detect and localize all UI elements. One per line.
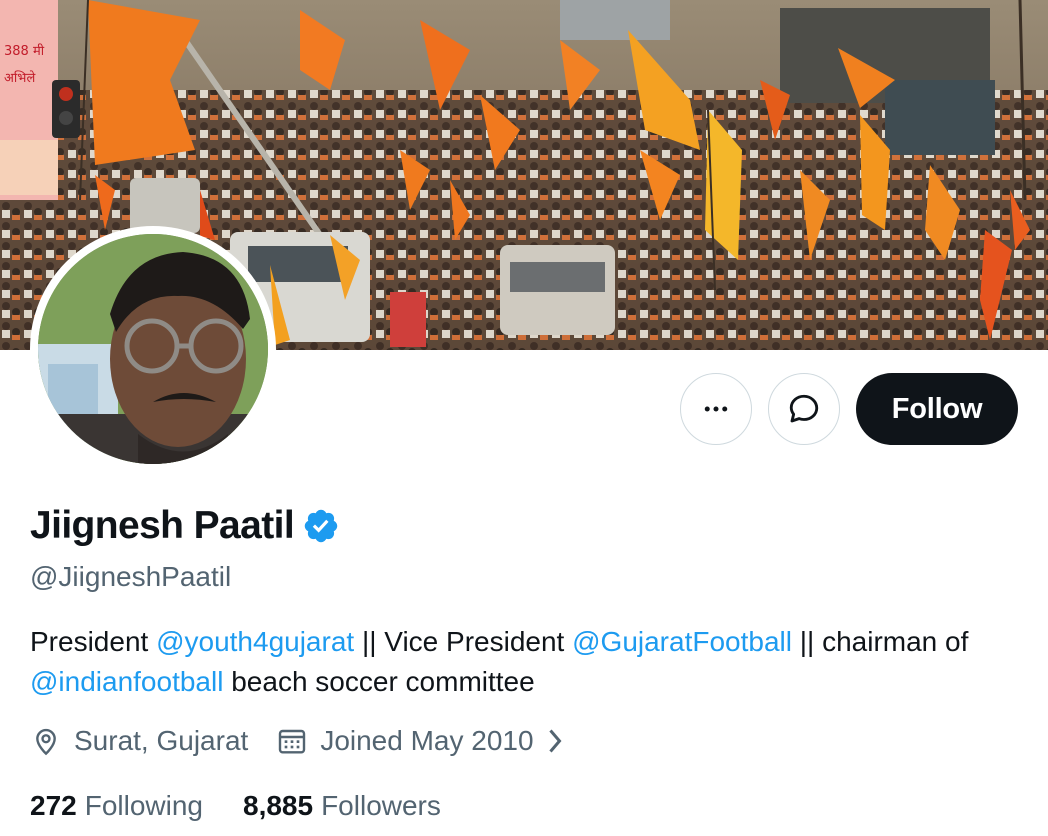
followers-link[interactable]: 8,885 Followers bbox=[243, 790, 441, 822]
avatar-image bbox=[38, 234, 268, 464]
message-button[interactable] bbox=[768, 373, 840, 445]
more-options-button[interactable] bbox=[680, 373, 752, 445]
name-row: Jiignesh Paatil bbox=[30, 504, 340, 548]
follow-button[interactable]: Follow bbox=[856, 373, 1018, 445]
bio-text: beach soccer committee bbox=[223, 666, 535, 697]
following-link[interactable]: 272 Following bbox=[30, 790, 203, 822]
bio-mention-youth4gujarat[interactable]: @youth4gujarat bbox=[156, 626, 354, 657]
user-handle: @JiigneshPaatil bbox=[30, 561, 232, 592]
more-options-icon bbox=[704, 406, 728, 412]
calendar-icon bbox=[279, 729, 306, 754]
profile-bio: President @youth4gujarat || Vice Preside… bbox=[30, 622, 1020, 702]
following-label: Following bbox=[84, 790, 203, 821]
followers-label: Followers bbox=[321, 790, 441, 821]
location-text: Surat, Gujarat bbox=[74, 725, 249, 756]
billboard-text-1: 388 मी bbox=[4, 43, 45, 59]
bio-mention-indianfootball[interactable]: @indianfootball bbox=[30, 666, 223, 697]
verified-badge-icon[interactable] bbox=[302, 507, 340, 545]
join-date-text: Joined May 2010 bbox=[320, 725, 534, 756]
bio-text: || chairman of bbox=[791, 626, 969, 657]
billboard-text-2: अभिले bbox=[4, 70, 35, 86]
follow-stats: 272 Following 8,885 Followers bbox=[30, 790, 441, 822]
following-count: 272 bbox=[30, 790, 77, 821]
bio-text: || Vice President bbox=[354, 626, 573, 657]
bio-text: President bbox=[30, 626, 157, 657]
followers-count: 8,885 bbox=[243, 790, 314, 821]
chevron-right-icon bbox=[548, 729, 562, 753]
profile-avatar[interactable] bbox=[30, 226, 276, 472]
message-icon bbox=[789, 394, 819, 423]
bio-mention-gujaratfootball[interactable]: @GujaratFootball bbox=[572, 626, 792, 657]
join-date[interactable]: Joined May 2010 bbox=[276, 725, 577, 757]
location: Surat, Gujarat bbox=[30, 725, 248, 757]
profile-meta: Surat, Gujarat Joined May 2010 bbox=[30, 725, 578, 757]
display-name: Jiignesh Paatil bbox=[30, 504, 295, 547]
location-pin-icon bbox=[36, 728, 56, 756]
